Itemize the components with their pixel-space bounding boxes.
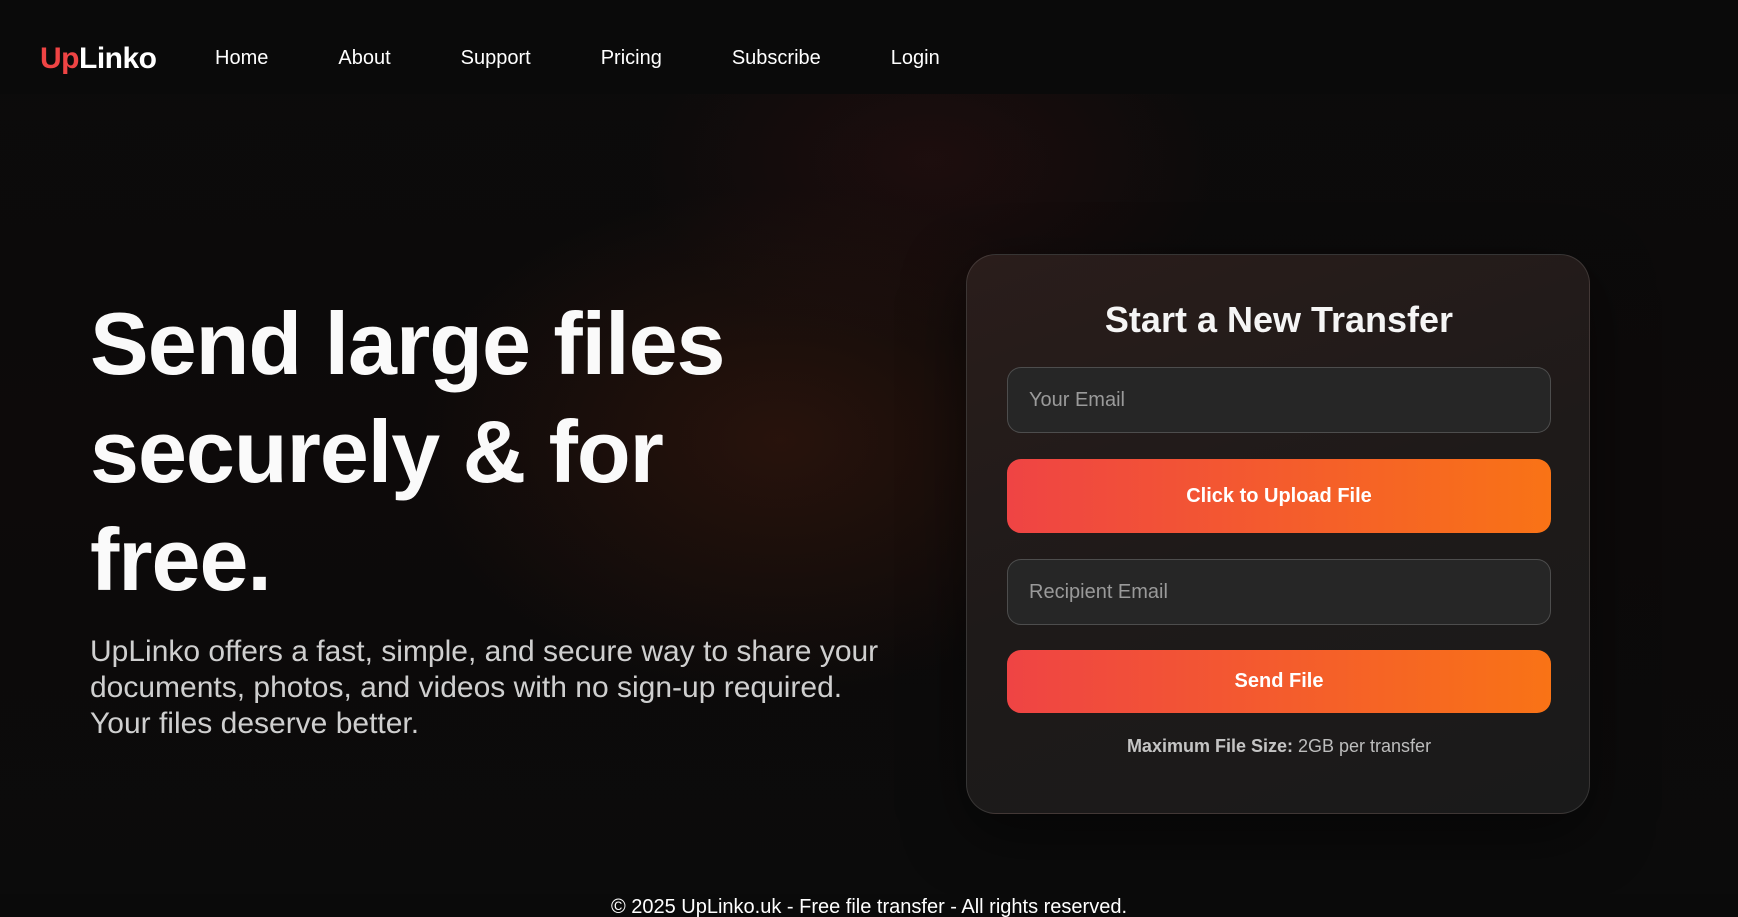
recipient-email-input[interactable] [1007,559,1551,625]
nav-home[interactable]: Home [215,44,268,72]
your-email-input[interactable] [1007,367,1551,433]
logo[interactable]: UpLinko [40,38,157,80]
nav-about[interactable]: About [338,44,390,72]
hero-description: UpLinko offers a fast, simple, and secur… [90,635,879,740]
nav-subscribe[interactable]: Subscribe [732,44,821,72]
hero-section: Send large files securely & for free. Up… [90,290,910,742]
site-header: UpLinko Home About Support Pricing Subsc… [0,0,1738,94]
main-nav: Home About Support Pricing Subscribe Log… [215,44,1010,72]
max-file-size-label: Maximum File Size: [1126,736,1293,756]
hero-title-line1: Send large files [90,294,725,393]
footer-text: © 2025 UpLinko.uk - Free file transfer -… [610,896,1128,917]
transfer-card: Start a New Transfer Click to Upload Fil… [966,254,1590,814]
send-file-button[interactable]: Send File [1007,650,1551,713]
hero-title: Send large files securely & for free. [90,290,910,614]
site-footer: © 2025 UpLinko.uk - Free file transfer -… [0,894,1738,917]
nav-login[interactable]: Login [891,44,940,72]
nav-pricing[interactable]: Pricing [601,44,662,72]
hero-title-line2: securely & for [90,402,664,501]
logo-linko: Linko [79,42,157,75]
transfer-card-title: Start a New Transfer [1104,299,1454,340]
nav-support[interactable]: Support [461,44,531,72]
max-file-size-note: Maximum File Size: 2GB per transfer [967,733,1591,759]
max-file-size-value: 2GB per transfer [1298,736,1432,756]
hero-title-line3: free. [90,510,272,609]
upload-file-button[interactable]: Click to Upload File [1007,459,1551,533]
logo-up: Up [40,42,80,75]
